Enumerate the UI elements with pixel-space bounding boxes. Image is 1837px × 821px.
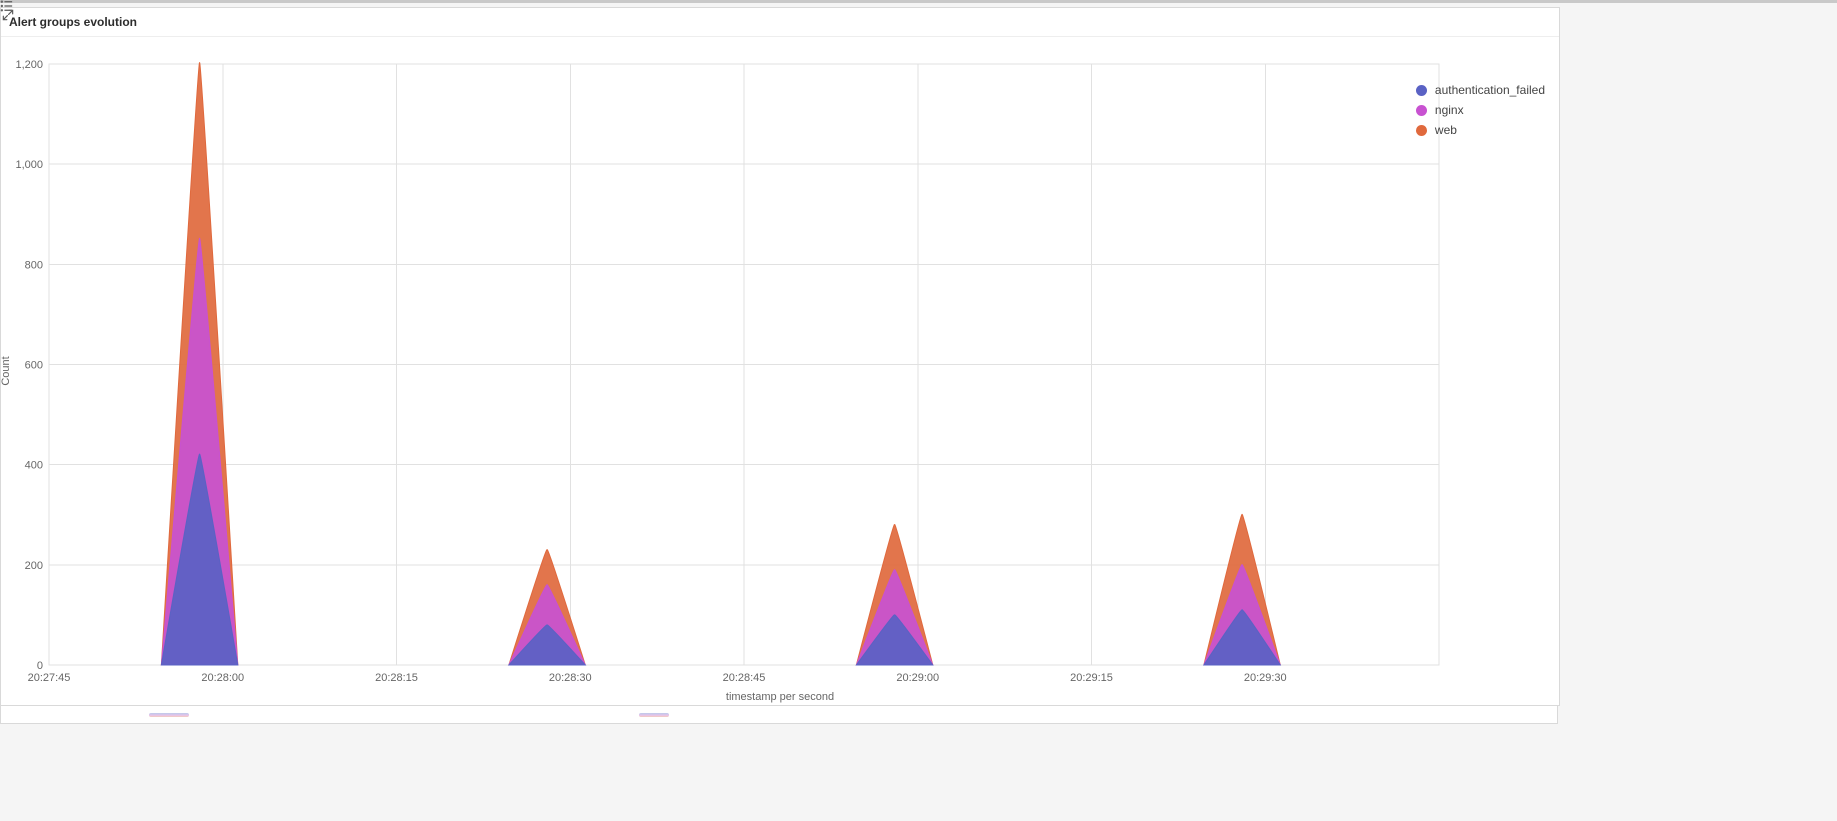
- svg-text:20:28:45: 20:28:45: [723, 672, 766, 684]
- panel-header: Alert groups evolution: [1, 8, 1559, 37]
- area-series-web: [161, 63, 1280, 665]
- svg-text:0: 0: [37, 660, 43, 672]
- svg-text:20:29:00: 20:29:00: [896, 672, 939, 684]
- area-series-authentication_failed: [161, 454, 1280, 665]
- svg-text:20:28:00: 20:28:00: [201, 672, 244, 684]
- svg-text:600: 600: [25, 360, 43, 372]
- legend-item-nginx[interactable]: nginx: [1416, 100, 1545, 120]
- svg-text:1,000: 1,000: [15, 159, 43, 171]
- svg-text:20:29:15: 20:29:15: [1070, 672, 1113, 684]
- svg-text:20:28:15: 20:28:15: [375, 672, 418, 684]
- legend-item-authentication_failed[interactable]: authentication_failed: [1416, 80, 1545, 100]
- legend-label: nginx: [1435, 103, 1464, 117]
- list-icon: [0, 0, 14, 12]
- legend-swatch: [1416, 105, 1427, 116]
- panel-title: Alert groups evolution: [9, 15, 137, 29]
- chart-panel: Alert groups evolution Count timestamp p…: [0, 7, 1560, 706]
- legend-label: authentication_failed: [1435, 83, 1545, 97]
- legend-swatch: [1416, 125, 1427, 136]
- svg-text:800: 800: [25, 259, 43, 271]
- svg-text:20:29:30: 20:29:30: [1244, 672, 1287, 684]
- expand-panel-button[interactable]: [1533, 12, 1553, 32]
- brush-strip[interactable]: [0, 706, 1558, 724]
- svg-text:1,200: 1,200: [15, 59, 43, 71]
- svg-text:20:28:30: 20:28:30: [549, 672, 592, 684]
- chart-svg: 0 200 400 600 800 1,000 1,200 20:27:45 20:28:00 2…: [1, 36, 1559, 705]
- chart-legend: authentication_failednginx web: [1416, 80, 1545, 140]
- brush-preview[interactable]: [27, 709, 1557, 721]
- legend-label: web: [1435, 123, 1457, 137]
- svg-text:20:27:45: 20:27:45: [28, 672, 71, 684]
- legend-item-web[interactable]: web: [1416, 120, 1545, 140]
- legend-toggle-button[interactable]: [5, 708, 21, 722]
- svg-text:400: 400: [25, 460, 43, 472]
- window-top-border: [0, 0, 1837, 3]
- chart-area[interactable]: Count timestamp per second 0200400600800…: [1, 36, 1559, 705]
- svg-text:200: 200: [25, 560, 43, 572]
- area-series-nginx: [161, 238, 1280, 665]
- legend-swatch: [1416, 85, 1427, 96]
